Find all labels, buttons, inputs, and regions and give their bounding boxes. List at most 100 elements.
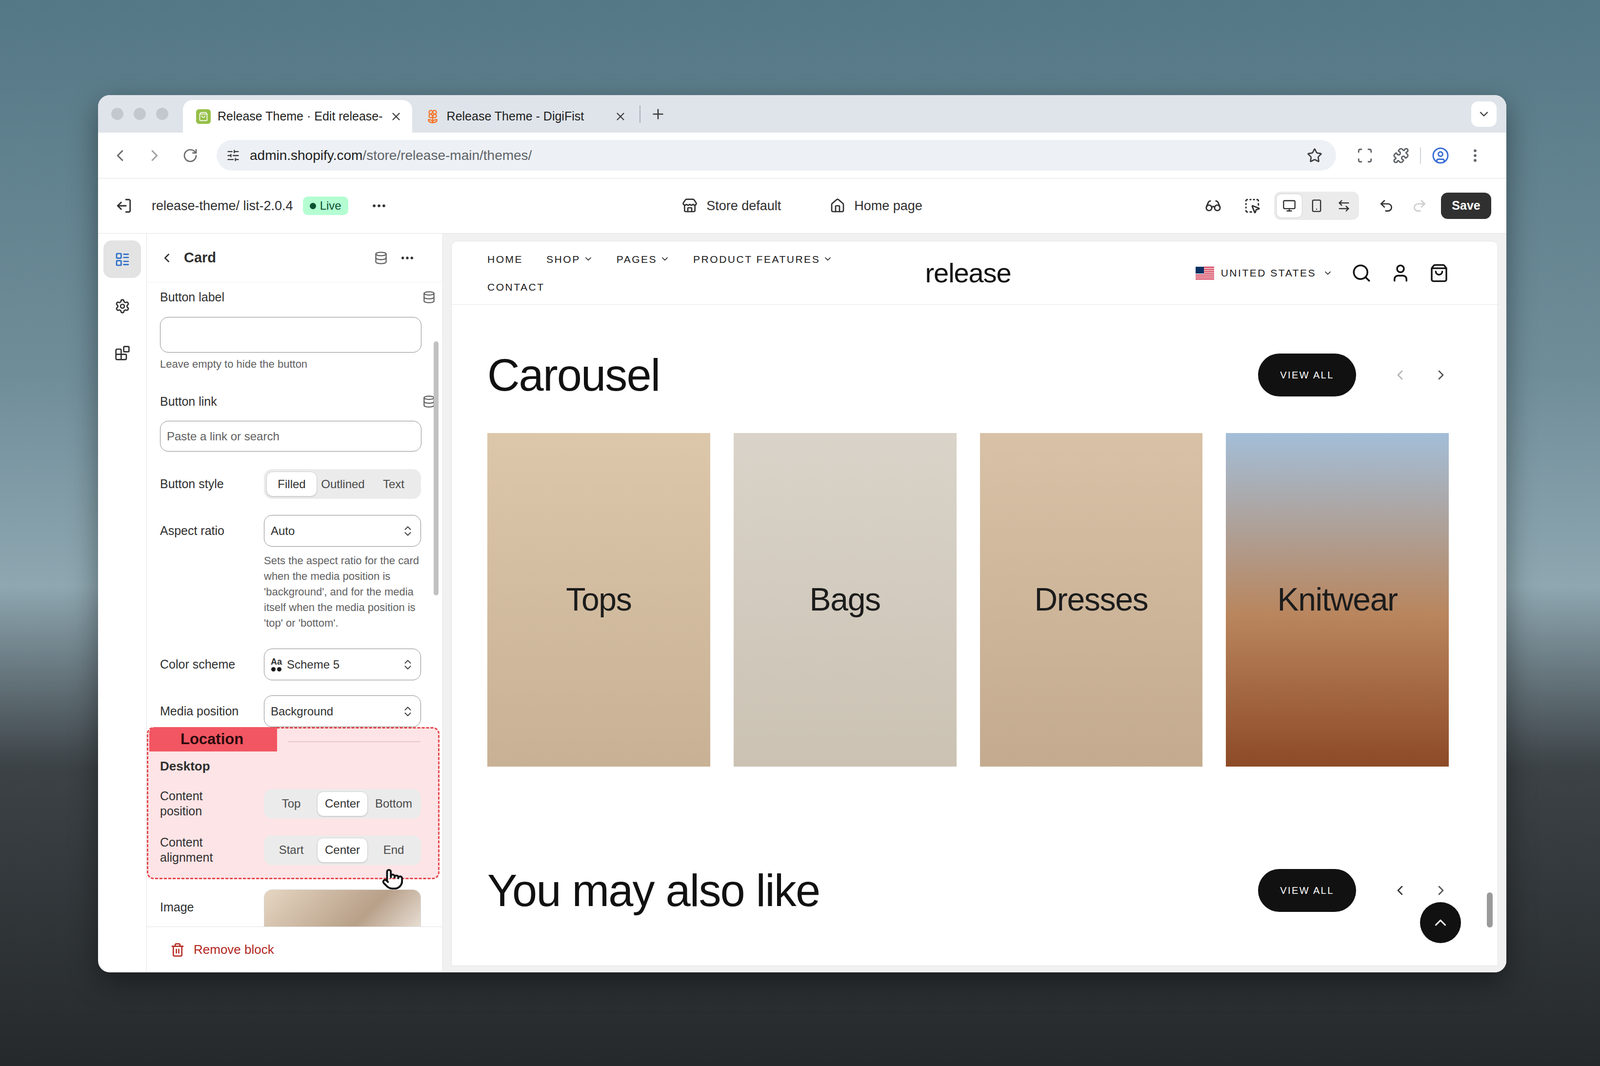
forward-icon[interactable] [145, 146, 164, 165]
prev-arrow-icon[interactable] [1392, 882, 1408, 899]
close-light[interactable] [111, 107, 124, 120]
segment-option[interactable]: Filled [266, 471, 318, 497]
exit-icon[interactable] [115, 197, 133, 215]
panel-footer: Remove block [146, 926, 443, 973]
browser-tab[interactable]: Release Theme - DigiFist [412, 100, 637, 133]
tab-list-button[interactable] [1471, 101, 1497, 127]
segmented-field: Button styleFilledOutlinedText [160, 469, 443, 500]
rail-button[interactable] [103, 334, 141, 372]
select-value: Background [270, 702, 334, 721]
text-input[interactable] [160, 317, 422, 353]
rail-button[interactable] [103, 240, 141, 279]
icon-rail [98, 233, 147, 973]
segment-option[interactable]: Top [266, 791, 317, 817]
back-icon[interactable] [159, 250, 175, 266]
scroll-top-button[interactable] [1420, 902, 1461, 944]
search-icon[interactable] [1351, 262, 1372, 284]
view-all-button[interactable]: VIEW ALL [1258, 869, 1357, 913]
preview-inspector-icon[interactable] [1204, 197, 1222, 215]
select-field: Aspect ratioAutoSets the aspect ratio fo… [160, 515, 443, 632]
dynamic-source-icon[interactable] [422, 290, 436, 304]
nav-item[interactable]: PRODUCT FEATURES [693, 254, 833, 265]
browser-menu-icon[interactable] [1466, 147, 1484, 164]
theme-name: release-theme/ list-2.0.4 [151, 196, 294, 217]
store-selector[interactable]: Store default [681, 196, 781, 217]
nav-item[interactable]: CONTACT [487, 281, 545, 293]
close-tab-icon[interactable] [614, 110, 627, 123]
digifist-favicon-icon [425, 109, 440, 124]
select[interactable]: Background [263, 695, 421, 728]
dynamic-source-icon[interactable] [374, 251, 388, 265]
field-label: Button label [160, 288, 225, 307]
redo-icon[interactable] [1411, 198, 1428, 214]
card-title: Tops [565, 575, 632, 624]
image-thumbnail[interactable] [263, 889, 421, 927]
editor-body: CardButton labelLeave empty to hide the … [98, 233, 1507, 973]
segmented-control: TopCenter Bottom [263, 789, 421, 820]
collection-card[interactable]: Bags [733, 433, 957, 767]
prev-arrow-icon[interactable] [1392, 367, 1408, 383]
close-tab-icon[interactable] [389, 110, 403, 123]
segment-option[interactable]: Outlined [318, 471, 368, 497]
select[interactable]: Auto [263, 515, 421, 547]
profile-icon[interactable] [1431, 146, 1450, 165]
view-button[interactable] [1330, 193, 1358, 219]
segment-label: Start [279, 841, 304, 860]
view-all-button[interactable]: VIEW ALL [1258, 353, 1357, 397]
page-selector[interactable]: Home page [829, 196, 923, 217]
zoom-light[interactable] [156, 107, 169, 120]
segment-label: End [383, 841, 405, 860]
view-button[interactable] [1303, 193, 1330, 219]
chevron-up-icon [1431, 913, 1450, 933]
browser-tab[interactable]: Release Theme · Edit release- [182, 100, 413, 133]
segment-option[interactable]: Center [317, 791, 368, 817]
view-button[interactable] [1276, 193, 1303, 219]
account-icon[interactable] [1390, 262, 1411, 284]
rail-button[interactable] [103, 287, 141, 325]
segment-option[interactable]: Start [266, 838, 317, 863]
screen-icon[interactable] [1356, 147, 1374, 164]
reload-icon[interactable] [182, 147, 199, 164]
collection-card[interactable]: Knitwear [1225, 433, 1449, 767]
chevron-down-icon [583, 254, 594, 264]
remove-block-button[interactable]: Remove block [170, 940, 275, 960]
back-icon[interactable] [110, 146, 130, 165]
next-arrow-icon[interactable] [1433, 367, 1449, 383]
inspector-icon[interactable] [1243, 197, 1261, 215]
save-button[interactable]: Save [1440, 192, 1492, 220]
text-input[interactable]: Paste a link or search [160, 420, 422, 452]
nav-item[interactable]: PAGES [616, 254, 670, 265]
nav-item[interactable]: HOME [487, 254, 523, 265]
field-hint: Leave empty to hide the button [160, 358, 443, 371]
collection-card[interactable]: Dresses [980, 433, 1203, 767]
address-bar[interactable]: admin.shopify.com/store/release-main/the… [216, 140, 1337, 171]
segment-option[interactable]: End [368, 838, 419, 863]
store-icon [681, 198, 698, 214]
segment-option[interactable]: Bottom [368, 791, 419, 817]
chevrons-icon [401, 705, 415, 719]
segment-option[interactable]: Text [368, 471, 419, 497]
more-icon[interactable] [370, 197, 388, 215]
new-tab-icon[interactable] [650, 106, 666, 122]
bookmark-icon[interactable] [1306, 147, 1323, 164]
card-grid: Tops BagsDressesKnitwear [487, 433, 1449, 767]
nav-item[interactable]: SHOP [546, 254, 594, 265]
next-arrow-icon[interactable] [1433, 882, 1449, 899]
extensions-icon[interactable] [1392, 147, 1410, 164]
live-dot [309, 202, 317, 210]
cart-icon[interactable] [1429, 263, 1449, 283]
site-settings-icon[interactable] [226, 148, 240, 163]
store-logo[interactable]: release [915, 259, 1021, 287]
segment-label: Bottom [375, 795, 413, 813]
collection-card[interactable]: Tops [487, 433, 711, 767]
sections-icon [114, 251, 131, 268]
select[interactable]: AaScheme 5 [263, 648, 421, 681]
segment-label: Filled [277, 475, 306, 494]
segment-option[interactable]: Center [317, 838, 368, 863]
minimize-light[interactable] [133, 107, 146, 120]
more-icon[interactable] [399, 250, 416, 266]
country-selector[interactable]: UNITED STATES [1195, 265, 1333, 281]
tab-bar: Release Theme · Edit release-Release The… [98, 95, 1507, 133]
segment-label: Outlined [320, 475, 365, 494]
undo-icon[interactable] [1378, 198, 1395, 214]
